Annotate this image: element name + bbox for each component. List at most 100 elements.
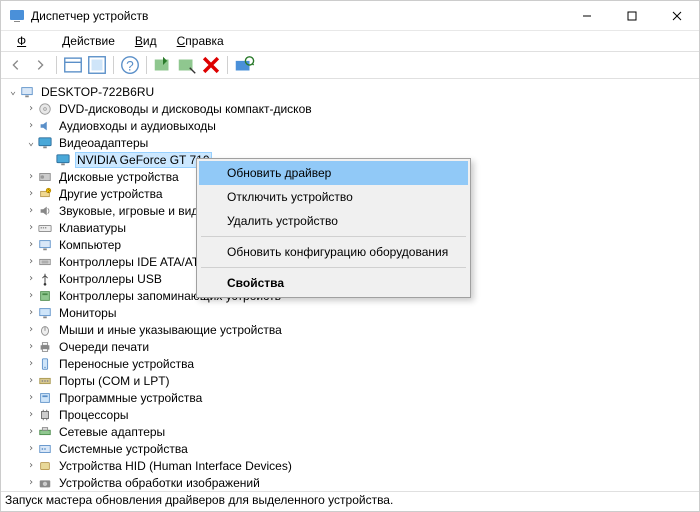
menu-help[interactable]: Справка	[169, 32, 232, 50]
system-icon	[37, 442, 53, 456]
computer-icon	[37, 238, 53, 252]
tree-item[interactable]: ›Устройства HID (Human Interface Devices…	[7, 457, 693, 474]
ctx-properties[interactable]: Свойства	[199, 271, 468, 295]
tree-label: Клавиатуры	[57, 221, 128, 235]
tree-item[interactable]: › Переносные устройства	[7, 355, 693, 372]
toolbar-button-2[interactable]	[86, 54, 108, 76]
ctx-disable-device[interactable]: Отключить устройство	[199, 185, 468, 209]
mouse-icon	[37, 323, 53, 337]
tree-item[interactable]: ⌄Видеоадаптеры	[7, 134, 693, 151]
tree-label: Сетевые адаптеры	[57, 425, 167, 439]
ctx-update-driver[interactable]: Обновить драйвер	[199, 161, 468, 185]
tree-item[interactable]: › Мониторы	[7, 304, 693, 321]
tree-label: Аудиовходы и аудиовыходы	[57, 119, 218, 133]
chevron-icon[interactable]: ›	[25, 103, 37, 114]
tree-label: Мыши и иные указывающие устройства	[57, 323, 284, 337]
tree-item[interactable]: ›Системные устройства	[7, 440, 693, 457]
tree-label: DVD-дисководы и дисководы компакт-дисков	[57, 102, 314, 116]
tree-item[interactable]: › Сетевые адаптеры	[7, 423, 693, 440]
chevron-icon[interactable]: ›	[25, 307, 37, 318]
tree-item[interactable]: ›Порты (COM и LPT)	[7, 372, 693, 389]
chevron-icon[interactable]: ›	[25, 120, 37, 131]
tree-item[interactable]: ›Устройства обработки изображений	[7, 474, 693, 491]
toolbar-separator	[56, 56, 57, 74]
chevron-icon[interactable]: ›	[25, 460, 37, 471]
computer-icon	[19, 85, 35, 99]
menu-view[interactable]: Вид	[127, 32, 165, 50]
menu-action[interactable]: Действие	[54, 32, 123, 50]
sound-icon	[37, 204, 53, 218]
tree-root[interactable]: ⌄DESKTOP-722B6RU	[7, 83, 693, 100]
chevron-icon[interactable]: ⌄	[25, 137, 37, 148]
disable-button[interactable]	[176, 54, 198, 76]
chevron-icon[interactable]: ›	[25, 443, 37, 454]
menu-file[interactable]: Ф	[9, 32, 50, 50]
chevron-icon[interactable]: ›	[25, 426, 37, 437]
chevron-icon[interactable]: ›	[25, 341, 37, 352]
toolbar: ?	[1, 51, 699, 79]
chevron-icon[interactable]: ›	[25, 358, 37, 369]
display-icon	[37, 136, 53, 150]
minimize-button[interactable]	[564, 1, 609, 31]
tree-item[interactable]: › Очереди печати	[7, 338, 693, 355]
chevron-icon[interactable]: ›	[25, 222, 37, 233]
menubar: Ф Действие Вид Справка	[1, 31, 699, 51]
titlebar: Диспетчер устройств	[1, 1, 699, 31]
maximize-button[interactable]	[609, 1, 654, 31]
keyboard-icon	[37, 221, 53, 235]
chevron-icon[interactable]: ›	[25, 205, 37, 216]
ctx-separator	[201, 236, 466, 237]
tree-label: Переносные устройства	[57, 357, 196, 371]
tree-label: Контроллеры IDE ATA/AT,	[57, 255, 203, 269]
monitor-icon	[37, 306, 53, 320]
disc-icon	[37, 102, 53, 116]
chevron-icon[interactable]: ›	[25, 239, 37, 250]
help-button[interactable]: ?	[119, 54, 141, 76]
print-icon	[37, 340, 53, 354]
forward-button[interactable]	[29, 54, 51, 76]
tree-label: NVIDIA GeForce GT 710	[75, 152, 212, 168]
chevron-icon[interactable]: ›	[25, 375, 37, 386]
chevron-down-icon[interactable]: ⌄	[7, 86, 19, 97]
portable-icon	[37, 357, 53, 371]
tree-item[interactable]: › DVD-дисководы и дисководы компакт-диско…	[7, 100, 693, 117]
chevron-icon[interactable]: ›	[25, 273, 37, 284]
chevron-icon[interactable]: ›	[25, 171, 37, 182]
storage-icon	[37, 289, 53, 303]
uninstall-button[interactable]	[200, 54, 222, 76]
chevron-icon[interactable]: ›	[25, 409, 37, 420]
chevron-icon[interactable]: ›	[25, 324, 37, 335]
update-driver-button[interactable]	[152, 54, 174, 76]
scan-hardware-button[interactable]	[233, 54, 255, 76]
scan-button[interactable]	[62, 54, 84, 76]
camera-icon	[37, 476, 53, 490]
software-icon	[37, 391, 53, 405]
chevron-icon[interactable]: ›	[25, 477, 37, 488]
tree-label: Мониторы	[57, 306, 118, 320]
back-button[interactable]	[5, 54, 27, 76]
close-button[interactable]	[654, 1, 699, 31]
ide-icon	[37, 255, 53, 269]
tree-label: Звуковые, игровые и виде	[57, 204, 207, 218]
ctx-scan-hardware[interactable]: Обновить конфигурацию оборудования	[199, 240, 468, 264]
ctx-separator	[201, 267, 466, 268]
tree-label: Очереди печати	[57, 340, 151, 354]
tree-label: Программные устройства	[57, 391, 204, 405]
network-icon	[37, 425, 53, 439]
chevron-icon[interactable]: ›	[25, 256, 37, 267]
toolbar-separator	[113, 56, 114, 74]
app-icon	[9, 8, 25, 24]
tree-item[interactable]: › Программные устройства	[7, 389, 693, 406]
context-menu: Обновить драйвер Отключить устройство Уд…	[196, 158, 471, 298]
window-controls	[564, 1, 699, 31]
display-icon	[55, 153, 71, 167]
other-icon: ?	[37, 187, 53, 201]
chevron-icon[interactable]: ›	[25, 188, 37, 199]
tree-item[interactable]: › Аудиовходы и аудиовыходы	[7, 117, 693, 134]
ctx-uninstall-device[interactable]: Удалить устройство	[199, 209, 468, 233]
chevron-icon[interactable]: ›	[25, 392, 37, 403]
usb-icon	[37, 272, 53, 286]
tree-item[interactable]: ›Процессоры	[7, 406, 693, 423]
tree-item[interactable]: › Мыши и иные указывающие устройства	[7, 321, 693, 338]
chevron-icon[interactable]: ›	[25, 290, 37, 301]
